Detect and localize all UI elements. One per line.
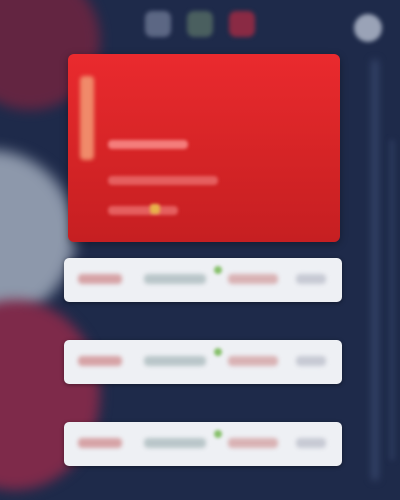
list-item-segment xyxy=(144,356,206,366)
decorative-stripe xyxy=(372,60,378,480)
list-item-segment xyxy=(296,274,326,284)
list-item-segment xyxy=(228,274,278,284)
list-item[interactable] xyxy=(64,422,342,466)
list-item[interactable] xyxy=(64,340,342,384)
hero-text-line xyxy=(108,176,218,185)
list-item-segment xyxy=(228,438,278,448)
list-item-segment xyxy=(78,356,122,366)
decorative-stripe xyxy=(390,140,394,460)
hero-badge xyxy=(80,76,94,160)
list-item-segment xyxy=(144,274,206,284)
status-dot xyxy=(214,348,222,356)
list-item[interactable] xyxy=(64,258,342,302)
list-item-segment xyxy=(78,274,122,284)
status-dot xyxy=(150,204,160,214)
status-dot xyxy=(214,266,222,274)
hero-card[interactable] xyxy=(68,54,340,242)
list-item-segment xyxy=(144,438,206,448)
list-item-segment xyxy=(296,438,326,448)
list-item-segment xyxy=(228,356,278,366)
app-icon[interactable] xyxy=(145,11,171,37)
list xyxy=(64,258,342,466)
hero-text-line xyxy=(108,206,178,215)
list-item-segment xyxy=(296,356,326,366)
status-dot xyxy=(214,430,222,438)
hero-text-line xyxy=(108,140,188,149)
app-icon[interactable] xyxy=(187,11,213,37)
circle-icon[interactable] xyxy=(354,14,382,42)
list-item-segment xyxy=(78,438,122,448)
app-icon[interactable] xyxy=(229,11,255,37)
top-bar xyxy=(0,0,400,48)
